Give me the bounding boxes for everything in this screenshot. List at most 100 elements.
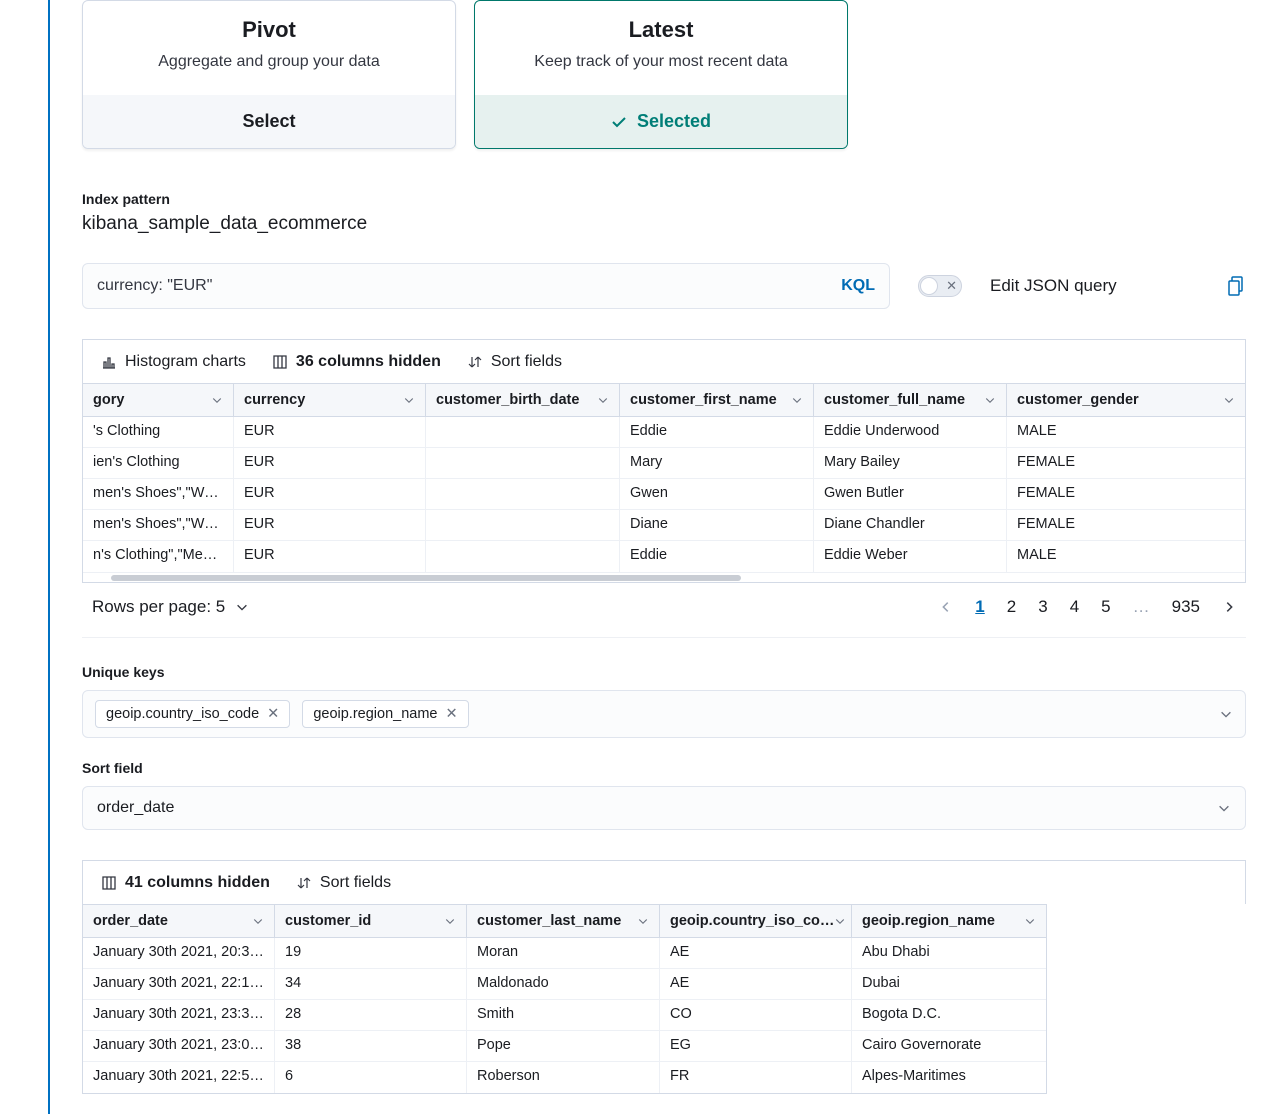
chevron-down-icon (637, 915, 649, 927)
table-cell: 38 (275, 1031, 467, 1061)
table-cell: Pope (467, 1031, 660, 1061)
page-number[interactable]: 4 (1070, 597, 1079, 617)
table-cell: Eddie Weber (814, 541, 1007, 572)
preview-data-grid: order_datecustomer_idcustomer_last_nameg… (82, 904, 1047, 1094)
table-cell: EUR (234, 479, 426, 509)
table-row[interactable]: 's ClothingEUREddieEddie UnderwoodMALE (83, 417, 1245, 448)
column-header[interactable]: currency (234, 384, 426, 416)
table-cell: MALE (1007, 417, 1245, 447)
table-row[interactable]: January 30th 2021, 23:06...38PopeEGCairo… (83, 1031, 1046, 1062)
column-header[interactable]: order_date (83, 905, 275, 937)
sort-field-value: order_date (97, 799, 174, 817)
table-cell: Eddie (620, 417, 814, 447)
table-cell (426, 510, 620, 540)
table-cell: EUR (234, 417, 426, 447)
chevron-down-icon (1223, 394, 1235, 406)
sort-fields-button-2[interactable]: Sort fields (296, 874, 391, 892)
column-header[interactable]: customer_gender (1007, 384, 1245, 416)
table-cell: Diane Chandler (814, 510, 1007, 540)
table-row[interactable]: January 30th 2021, 23:31...28SmithCOBogo… (83, 1000, 1046, 1031)
unique-keys-label: Unique keys (82, 664, 1246, 680)
table-cell: 's Clothing (83, 417, 234, 447)
pivot-title: Pivot (99, 17, 439, 43)
unique-keys-input[interactable]: geoip.country_iso_code✕ geoip.region_name… (82, 690, 1246, 738)
query-bar[interactable]: KQL (82, 263, 890, 309)
page-number[interactable]: 3 (1038, 597, 1047, 617)
chevron-right-icon (1222, 600, 1236, 614)
pivot-card[interactable]: Pivot Aggregate and group your data Sele… (82, 0, 456, 149)
chevron-down-icon (1217, 801, 1231, 815)
table-cell: EG (660, 1031, 852, 1061)
sort-fields-button[interactable]: Sort fields (467, 353, 562, 371)
remove-chip-icon[interactable]: ✕ (445, 706, 457, 722)
table-cell: 34 (275, 969, 467, 999)
table-cell: ien's Clothing (83, 448, 234, 478)
column-header[interactable]: gory (83, 384, 234, 416)
pivot-desc: Aggregate and group your data (99, 53, 439, 71)
horizontal-scrollbar[interactable] (83, 572, 1245, 582)
table-cell: Mary Bailey (814, 448, 1007, 478)
sort-field-select[interactable]: order_date (82, 786, 1246, 830)
column-header[interactable]: geoip.region_name (852, 905, 1046, 937)
table-cell: January 30th 2021, 20:32... (83, 938, 275, 968)
table-row[interactable]: January 30th 2021, 22:16...34MaldonadoAE… (83, 969, 1046, 1000)
page-number[interactable]: 935 (1172, 597, 1200, 617)
prev-page-button[interactable] (939, 600, 953, 614)
column-header[interactable]: customer_last_name (467, 905, 660, 937)
chevron-down-icon (403, 394, 415, 406)
page-number[interactable]: 1 (975, 597, 984, 617)
pivot-select-button[interactable]: Select (83, 95, 455, 148)
column-header[interactable]: customer_full_name (814, 384, 1007, 416)
page-number[interactable]: 2 (1007, 597, 1016, 617)
query-input[interactable] (97, 277, 841, 295)
pagination: Rows per page: 5 12345…935 (82, 597, 1246, 638)
latest-card[interactable]: Latest Keep track of your most recent da… (474, 0, 848, 149)
columns-hidden-button-2[interactable]: 41 columns hidden (101, 874, 270, 892)
latest-selected-label: Selected (637, 111, 711, 132)
column-header[interactable]: customer_first_name (620, 384, 814, 416)
table-row[interactable]: January 30th 2021, 20:32...19MoranAEAbu … (83, 938, 1046, 969)
table-row[interactable]: men's Shoes","Wom...EURDianeDiane Chandl… (83, 510, 1245, 541)
table-cell: CO (660, 1000, 852, 1030)
unique-key-chip[interactable]: geoip.country_iso_code✕ (95, 700, 290, 728)
chevron-down-icon (211, 394, 223, 406)
bar-chart-icon (101, 354, 117, 370)
latest-selected-button[interactable]: Selected (475, 95, 847, 148)
column-header[interactable]: customer_id (275, 905, 467, 937)
remove-chip-icon[interactable]: ✕ (267, 706, 279, 722)
table-row[interactable]: n's Clothing","Men's ...EUREddieEddie We… (83, 541, 1245, 572)
grid2-toolbar: 41 columns hidden Sort fields (82, 860, 1246, 904)
page-number[interactable]: 5 (1101, 597, 1110, 617)
chevron-down-icon (597, 394, 609, 406)
table-cell: Cairo Governorate (852, 1031, 1046, 1061)
query-lang-button[interactable]: KQL (841, 277, 875, 295)
table-cell (426, 417, 620, 447)
expand-chevron-icon[interactable] (1219, 707, 1233, 721)
histogram-charts-button[interactable]: Histogram charts (101, 353, 246, 371)
unique-key-chip[interactable]: geoip.region_name✕ (302, 700, 468, 728)
close-icon: ✕ (946, 278, 957, 294)
table-row[interactable]: ien's ClothingEURMaryMary BaileyFEMALE (83, 448, 1245, 479)
column-header[interactable]: geoip.country_iso_co… (660, 905, 852, 937)
table-cell: men's Shoes","Wom... (83, 479, 234, 509)
chevron-left-icon (939, 600, 953, 614)
copy-clipboard-icon[interactable] (1228, 276, 1246, 296)
sort-icon (296, 875, 312, 891)
next-page-button[interactable] (1222, 600, 1236, 614)
rows-per-page-select[interactable]: Rows per page: 5 (92, 597, 249, 617)
transform-type-cards: Pivot Aggregate and group your data Sele… (82, 0, 1246, 149)
columns-hidden-button[interactable]: 36 columns hidden (272, 353, 441, 371)
index-pattern-value: kibana_sample_data_ecommerce (82, 213, 1246, 235)
columns-icon (101, 875, 117, 891)
columns-icon (272, 354, 288, 370)
table-cell (426, 541, 620, 572)
table-row[interactable]: men's Shoes","Wom...EURGwenGwen ButlerFE… (83, 479, 1245, 510)
table-cell: Dubai (852, 969, 1046, 999)
column-header[interactable]: customer_birth_date (426, 384, 620, 416)
table-cell: January 30th 2021, 23:31... (83, 1000, 275, 1030)
edit-json-toggle[interactable]: ✕ (918, 275, 962, 297)
edit-json-label: Edit JSON query (990, 276, 1117, 296)
table-cell: 19 (275, 938, 467, 968)
chevron-down-icon (444, 915, 456, 927)
chevron-down-icon (1024, 915, 1036, 927)
